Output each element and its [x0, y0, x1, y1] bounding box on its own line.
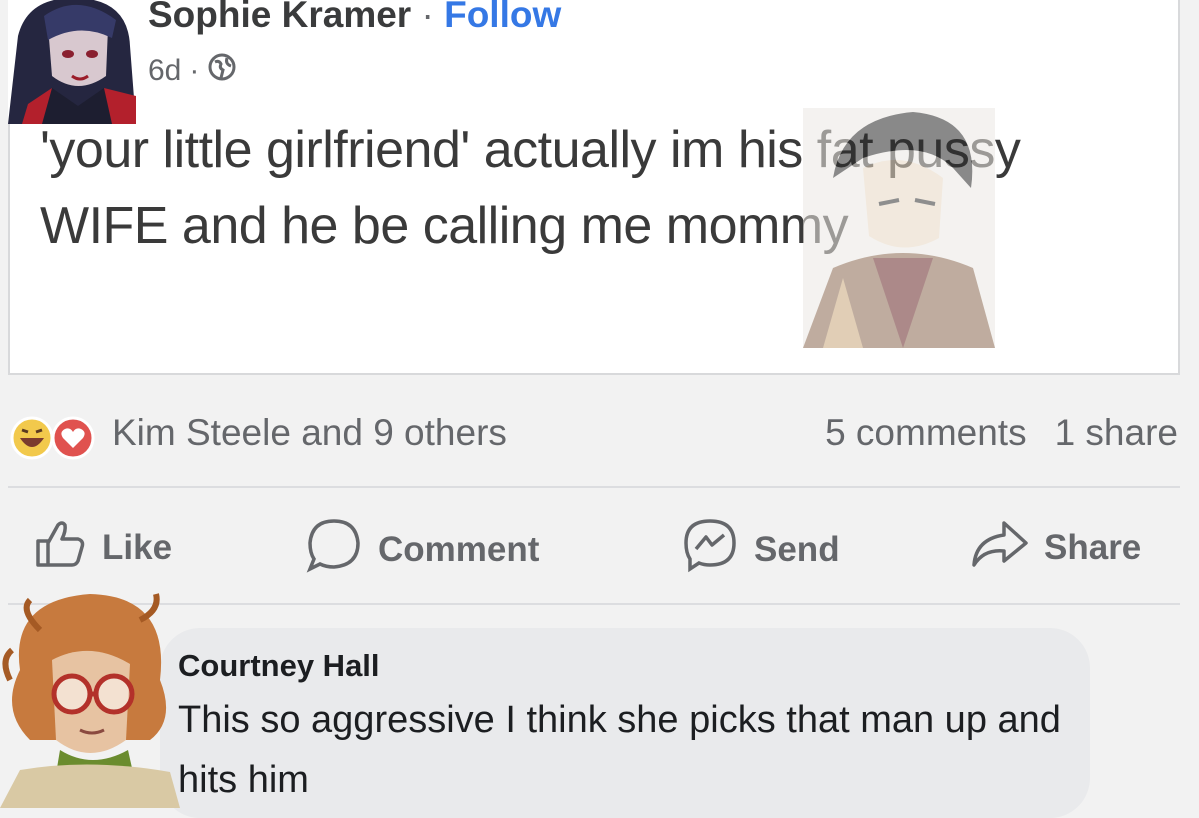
post-header: Sophie Kramer · Follow [148, 0, 561, 36]
comment-label: Comment [378, 529, 540, 569]
author-name[interactable]: Sophie Kramer [148, 0, 411, 35]
thumbs-up-icon [32, 515, 88, 580]
love-heart-icon [50, 416, 96, 465]
share-button[interactable]: Share [968, 515, 1141, 580]
shares-count[interactable]: 1 share [1055, 412, 1178, 454]
reactions-summary: Kim Steele and 9 others 5 comments 1 sha… [10, 408, 1180, 464]
share-label: Share [1044, 527, 1142, 567]
name-separator: · [421, 0, 434, 35]
post-actions: Like Comment Send Share [0, 515, 1199, 579]
commenter-avatar[interactable] [0, 590, 180, 808]
like-label: Like [102, 527, 173, 567]
meta-separator: · [189, 54, 200, 87]
speech-bubble-icon [304, 515, 364, 584]
reaction-icons[interactable] [10, 416, 96, 465]
messenger-icon [680, 515, 740, 584]
author-avatar[interactable] [8, 0, 142, 124]
send-label: Send [754, 529, 840, 569]
post-timestamp[interactable]: 6d [148, 54, 181, 88]
avatar-illustration [8, 0, 142, 124]
send-button[interactable]: Send [680, 515, 840, 584]
like-button[interactable]: Like [32, 515, 172, 580]
comments-count[interactable]: 5 comments [825, 412, 1027, 454]
globe-icon [207, 52, 237, 90]
divider [8, 486, 1180, 488]
comment-author-name[interactable]: Courtney Hall [178, 648, 380, 684]
engagement-counts: 5 comments 1 share [825, 412, 1178, 454]
reaction-names[interactable]: Kim Steele and 9 others [112, 412, 507, 454]
overlay-character-image [803, 108, 995, 348]
share-arrow-icon [968, 515, 1030, 580]
comment-text: This so aggressive I think she picks tha… [178, 699, 1061, 801]
comment-item: Courtney Hall This so aggressive I think… [0, 590, 1199, 818]
comment-button[interactable]: Comment [304, 515, 539, 584]
follow-button[interactable]: Follow [444, 0, 561, 35]
post-meta: 6d · [148, 52, 237, 90]
